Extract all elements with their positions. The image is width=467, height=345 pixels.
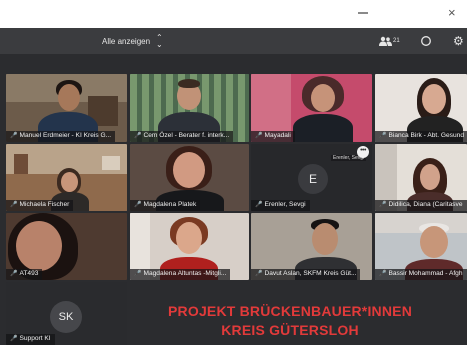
mic-muted-icon: 🎤 bbox=[134, 133, 142, 139]
banner-line-2: KREIS GÜTERSLOH bbox=[221, 322, 359, 338]
video-tile[interactable]: 🎤 Michaela Fischer bbox=[6, 144, 127, 211]
mic-icon: 🎤 bbox=[10, 202, 18, 208]
mic-icon: 🎤 bbox=[10, 133, 18, 139]
video-tile[interactable]: 🎤 Magdalena Platek bbox=[130, 144, 249, 211]
mic-muted-icon: 🎤 bbox=[255, 202, 263, 208]
video-tile[interactable]: 🎤 Mayadali bbox=[251, 74, 372, 142]
mic-muted-icon: 🎤 bbox=[379, 271, 387, 277]
participant-name: 🎤 Mayadali bbox=[251, 131, 295, 142]
minimize-icon[interactable] bbox=[358, 12, 368, 14]
mic-muted-icon: 🎤 bbox=[255, 133, 263, 139]
mic-muted-icon: 🎤 bbox=[379, 202, 387, 208]
participant-name: 🎤 Bassir Mohammad - Afgh bbox=[375, 269, 467, 280]
video-tile[interactable]: 🎤 Cem Özel - Berater f. interk... bbox=[130, 74, 249, 142]
window-top-strip: × bbox=[0, 0, 467, 28]
gear-icon: ⚙ bbox=[453, 34, 464, 48]
close-icon[interactable]: × bbox=[448, 6, 456, 20]
participant-name: 🎤 Michaela Fischer bbox=[6, 200, 74, 211]
participant-name: 🎤 Bianca Birk - Abt. Gesund bbox=[375, 131, 467, 142]
banner-line-1: PROJEKT BRÜCKENBAUER*INNEN bbox=[168, 303, 412, 319]
video-tile[interactable]: 🎤 Davut Aslan, SKFM Kreis Güt... bbox=[251, 213, 372, 280]
participant-name: 🎤 Support KI bbox=[6, 334, 55, 345]
chat-button[interactable] bbox=[420, 32, 432, 50]
mic-muted-icon: 🎤 bbox=[134, 271, 142, 277]
more-options-icon[interactable]: ••• bbox=[357, 146, 369, 158]
participant-name: 🎤 Cem Özel - Berater f. interk... bbox=[130, 131, 234, 142]
participants-count: 21 bbox=[393, 38, 400, 44]
participant-name: 🎤 Didilica, Diana (Caritasve bbox=[375, 200, 467, 211]
meeting-toolbar: Alle anzeigen ⌃ ⌄ 21 ⚙ bbox=[0, 28, 467, 54]
video-tile[interactable]: 🎤 Magdalena Altuntas -Mitgli... bbox=[130, 213, 249, 280]
participants-button[interactable]: 21 bbox=[379, 32, 400, 50]
mic-muted-icon: 🎤 bbox=[255, 271, 263, 277]
view-selector[interactable]: Alle anzeigen ⌃ ⌄ bbox=[102, 33, 163, 49]
video-tile[interactable]: 🎤 Didilica, Diana (Caritasve bbox=[375, 144, 467, 211]
video-tile[interactable]: 🎤 Manuel Erdmeier - KI Kreis G... bbox=[6, 74, 127, 142]
people-icon bbox=[379, 36, 392, 46]
mic-muted-icon: 🎤 bbox=[10, 336, 18, 342]
participant-name: 🎤 Manuel Erdmeier - KI Kreis G... bbox=[6, 131, 116, 142]
project-banner: PROJEKT BRÜCKENBAUER*INNEN KREIS GÜTERSL… bbox=[150, 302, 430, 340]
chat-icon bbox=[421, 36, 431, 46]
settings-button[interactable]: ⚙ bbox=[453, 32, 464, 50]
participant-name: 🎤 AT493 bbox=[6, 269, 43, 280]
video-tile[interactable]: 🎤 Bianca Birk - Abt. Gesund bbox=[375, 74, 467, 142]
updown-chevron-icon: ⌃ ⌄ bbox=[156, 33, 163, 49]
mic-muted-icon: 🎤 bbox=[10, 271, 18, 277]
participant-name: 🎤 Erenler, Sevgi bbox=[251, 200, 310, 211]
avatar: SK bbox=[50, 301, 82, 333]
view-selector-label: Alle anzeigen bbox=[102, 36, 151, 46]
avatar: E bbox=[298, 164, 328, 194]
video-tile[interactable]: 🎤 Bassir Mohammad - Afgh bbox=[375, 213, 467, 280]
mic-muted-icon: 🎤 bbox=[134, 202, 142, 208]
participant-name: 🎤 Davut Aslan, SKFM Kreis Güt... bbox=[251, 269, 361, 280]
mic-muted-icon: 🎤 bbox=[379, 133, 387, 139]
video-tile[interactable]: 🎤 AT493 bbox=[6, 213, 127, 280]
participant-name: 🎤 Magdalena Platek bbox=[130, 200, 201, 211]
participant-name: 🎤 Magdalena Altuntas -Mitgli... bbox=[130, 269, 231, 280]
